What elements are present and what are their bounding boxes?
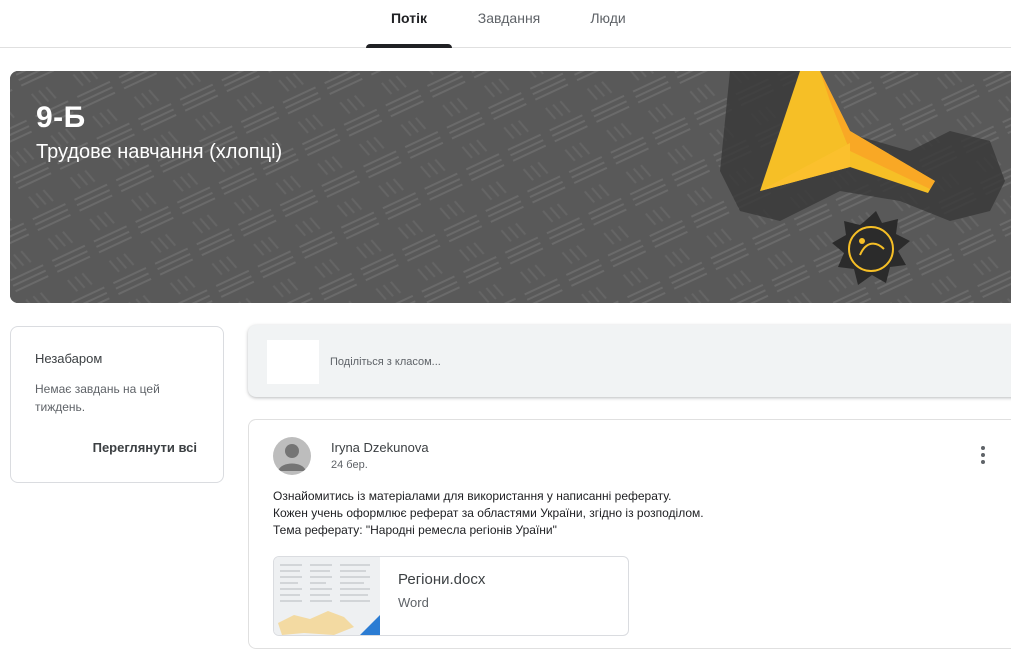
post-line-1: Ознайомитись із матеріалами для використ… bbox=[273, 489, 672, 503]
class-tabs-bar: Потік Завдання Люди bbox=[0, 0, 1011, 48]
class-subject: Трудове навчання (хлопці) bbox=[36, 141, 283, 163]
share-prompt: Поділіться з класом... bbox=[330, 356, 441, 368]
attachment-card[interactable]: Регіони.docx Word bbox=[273, 556, 629, 636]
post-line-2: Кожен учень оформлює реферат за областям… bbox=[273, 506, 704, 520]
post-date: 24 бер. bbox=[331, 459, 368, 471]
attachment-type: Word bbox=[398, 595, 429, 610]
class-banner: 9-Б Трудове навчання (хлопці) bbox=[10, 71, 1011, 303]
post-author: Iryna Dzekunova bbox=[331, 440, 429, 455]
upcoming-card: Незабаром Немає завдань на цей тиждень. … bbox=[10, 326, 224, 483]
post-line-3: Тема реферату: "Народні ремесла регіонів… bbox=[273, 523, 557, 537]
tab-stream[interactable]: Потік bbox=[366, 0, 452, 48]
view-all-link[interactable]: Переглянути всі bbox=[93, 440, 197, 455]
upcoming-empty-text: Немає завдань на цей тиждень. bbox=[35, 382, 160, 414]
stream-post: Iryna Dzekunova 24 бер. Ознайомитись із … bbox=[248, 419, 1011, 649]
tab-people-label: Люди bbox=[590, 10, 626, 26]
attachment-name: Регіони.docx bbox=[398, 571, 486, 588]
attachment-thumbnail bbox=[274, 557, 380, 635]
more-vert-icon[interactable] bbox=[973, 442, 993, 468]
user-avatar bbox=[267, 340, 319, 384]
active-tab-indicator bbox=[366, 44, 452, 48]
tab-stream-label: Потік bbox=[390, 10, 428, 26]
tab-classwork-label: Завдання bbox=[477, 10, 541, 26]
upcoming-title: Незабаром bbox=[35, 351, 103, 366]
share-announcement-box[interactable]: Поділіться з класом... bbox=[248, 325, 1011, 397]
class-name: 9-Б bbox=[36, 101, 86, 134]
author-avatar-icon bbox=[273, 437, 311, 475]
post-body: Ознайомитись із матеріалами для використ… bbox=[273, 488, 704, 539]
tab-classwork[interactable]: Завдання bbox=[467, 0, 551, 47]
banner-illustration bbox=[720, 71, 1005, 285]
tab-people[interactable]: Люди bbox=[580, 0, 636, 47]
